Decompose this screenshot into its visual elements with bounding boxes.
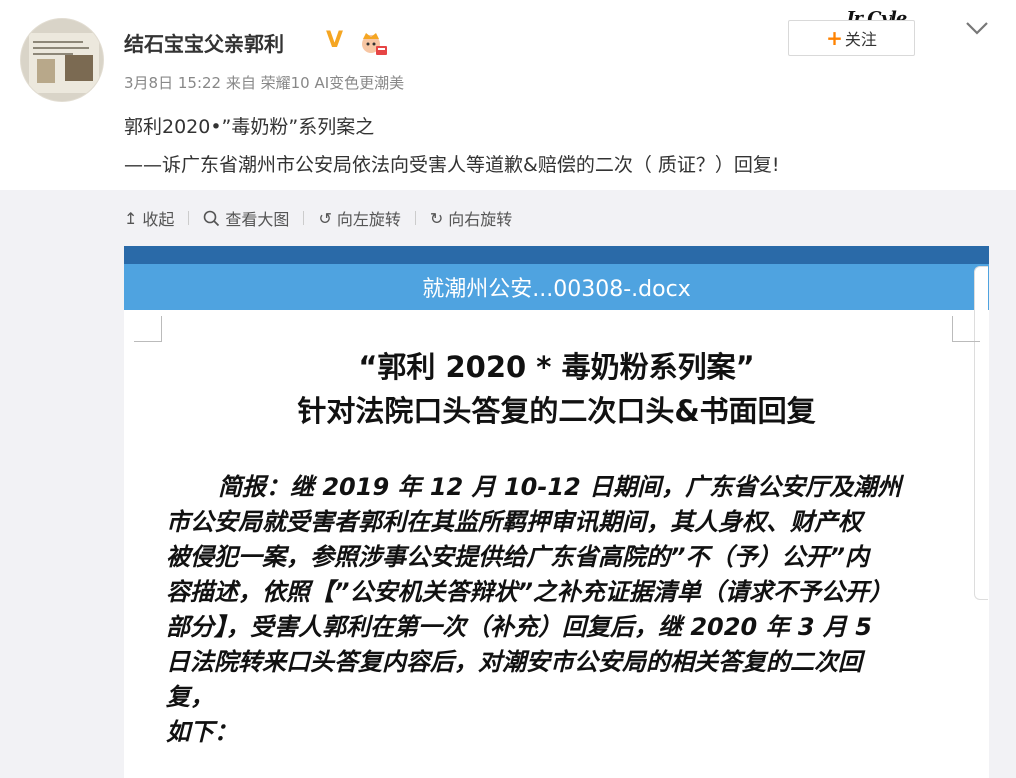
document-title-line2: 针对法院口头答复的二次口头&书面回复 <box>297 394 816 428</box>
collapse-label: 收起 <box>142 210 175 229</box>
document-body-line: 部分】，受害人郭利在第一次（补充）回复后，继 2020 年 3 月 5 <box>166 613 872 641</box>
media-toolbar: ↥ 收起 查看大图 ↺ 向左旋转 ↻ 向右旋转 <box>124 206 512 230</box>
document-topbar <box>124 246 989 264</box>
divider <box>414 211 416 225</box>
document-body-line: 日法院转来口头答复内容后，对潮安市公安局的相关答复的二次回 <box>166 648 862 676</box>
follow-label: 关注 <box>844 30 877 49</box>
document-title-line1: “郭利 2020 * 毒奶粉系列案” <box>358 350 755 384</box>
view-large-button[interactable]: 查看大图 <box>203 206 289 230</box>
collapse-up-icon: ↥ <box>124 208 138 228</box>
document-body-line: 复， <box>166 683 214 711</box>
document-body: 简报：继 2019 年 12 月 10-12 日期间，广东省公安厅及潮州 市公安… <box>166 470 966 750</box>
document-body-line: 被侵犯一案，参照涉事公安提供给广东省高院的”不（予）公开”内 <box>166 543 869 571</box>
document-filename: 就潮州公安...00308-.docx <box>124 264 989 310</box>
plus-icon: + <box>826 26 843 50</box>
username[interactable]: 结石宝宝父亲郭利 <box>124 28 284 57</box>
divider <box>188 211 190 225</box>
rotate-right-button[interactable]: ↻ 向右旋转 <box>430 206 512 230</box>
document-body-line: 简报：继 2019 年 12 月 10-12 日期间，广东省公安厅及潮州 <box>218 473 902 501</box>
collapse-button[interactable]: ↥ 收起 <box>124 206 174 230</box>
vip-v-icon[interactable]: V <box>326 28 343 53</box>
view-large-label: 查看大图 <box>225 210 290 229</box>
rotate-right-icon: ↻ <box>429 208 444 228</box>
page-corner-mark <box>134 316 162 342</box>
divider <box>303 211 305 225</box>
chevron-down-icon[interactable] <box>964 18 990 38</box>
document-body-line: 市公安局就受害者郭利在其监所羁押审讯期间，其人身权、财产权 <box>166 508 862 536</box>
rotate-left-button[interactable]: ↺ 向左旋转 <box>318 206 400 230</box>
avatar[interactable] <box>20 18 104 102</box>
document-body-line: 容描述，依照【”公安机关答辩状”之补充证据清单（请求不予公开） <box>166 578 893 606</box>
rotate-left-label: 向左旋转 <box>336 210 401 229</box>
post-meta: 3月8日 15:22 来自 荣耀10 AI变色更潮美 <box>124 74 405 92</box>
post-text-line2: ——诉广东省潮州市公安局依法向受害人等道歉&赔偿的二次（ 质证？）回复! <box>124 154 780 176</box>
document-body-line: 如下： <box>166 718 238 746</box>
page-corner-mark <box>952 316 980 342</box>
crown-badge-icon[interactable] <box>360 30 388 56</box>
post-text-line1: 郭利2020•”毒奶粉”系列案之 <box>124 116 375 138</box>
search-icon <box>204 210 220 226</box>
follow-button[interactable]: + 关注 <box>788 20 915 56</box>
rotate-left-icon: ↺ <box>318 208 332 228</box>
weibo-post-card: 结石宝宝父亲郭利 V 3月8日 15:22 来自 荣耀10 AI变色更潮美 Jr… <box>0 0 1016 778</box>
rotate-right-label: 向右旋转 <box>448 210 513 229</box>
